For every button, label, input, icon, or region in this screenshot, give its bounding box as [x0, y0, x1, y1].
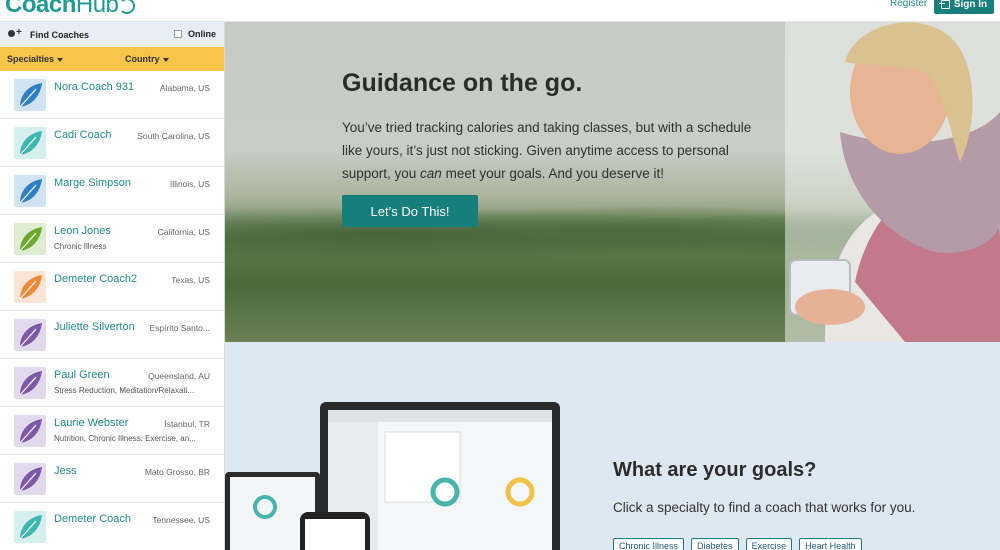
online-filter[interactable]: Online [173, 29, 216, 39]
devices-illustration [225, 402, 560, 550]
sign-in-icon [938, 0, 950, 9]
coach-name[interactable]: Juliette Silverton [54, 321, 135, 333]
coach-name[interactable]: Leon Jones [54, 225, 111, 237]
coach-list-item[interactable]: Juliette Silverton Espírito Santo... [0, 311, 224, 359]
online-checkbox[interactable] [173, 30, 182, 38]
coach-avatar-leaf-icon [14, 79, 46, 111]
coach-name[interactable]: Laurie Webster [54, 417, 128, 429]
caret-down-icon [57, 57, 64, 62]
coach-list-item[interactable]: Leon Jones California, US Chronic Illness [0, 215, 224, 263]
logo-text-hub: Hub [75, 0, 119, 18]
specialty-tags: Chronic Illness Diabetes Exercise Heart Hea… [613, 538, 862, 550]
coach-location: Illinois, US [169, 179, 210, 189]
coach-list-item[interactable]: Cadi Coach South Carolina, US [0, 119, 224, 167]
coach-list-item[interactable]: Demeter Coach Tennessee, US [0, 503, 224, 550]
specialties-dropdown[interactable]: Specialties [7, 54, 64, 64]
coach-name[interactable]: Cadi Coach [54, 129, 111, 141]
logo-text-coach: Coach [5, 0, 76, 18]
coach-name[interactable]: Paul Green [54, 369, 110, 381]
specialties-label: Specialties [7, 54, 55, 64]
coach-list-item[interactable]: Marge Simpson Illinois, US [0, 167, 224, 215]
goals-title: What are your goals? [613, 459, 817, 481]
coach-list-item[interactable]: Jess Mato Grosso, BR [0, 455, 224, 503]
coach-location: Alabama, US [159, 83, 210, 93]
coach-avatar-leaf-icon [14, 463, 46, 495]
coach-name[interactable]: Jess [54, 465, 77, 477]
goals-section: What are your goals? Click a specialty t… [225, 342, 1000, 550]
coach-location: Mato Grosso, BR [144, 467, 210, 477]
top-bar: CoachHub Register Sign In [0, 0, 1000, 22]
coach-list-item[interactable]: Paul Green Queensland, AU Stress Reduction… [0, 359, 224, 407]
coach-specialties: Chronic Illness [54, 242, 107, 251]
coach-location: Queensland, AU [148, 371, 210, 381]
filter-bar: Specialties Country [0, 47, 224, 71]
coachhub-logo[interactable]: CoachHub [5, 0, 136, 19]
coach-sidebar: Find Coaches Online Specialties Country … [0, 22, 225, 550]
hero-woman-with-phone-image [785, 22, 1000, 342]
coach-name[interactable]: Nora Coach 931 [54, 81, 134, 93]
coach-avatar-leaf-icon [14, 415, 46, 447]
specialty-tag[interactable]: Exercise [745, 538, 793, 550]
country-dropdown[interactable]: Country [125, 54, 169, 64]
coach-name[interactable]: Demeter Coach [54, 513, 131, 525]
coach-location: Texas, US [171, 275, 210, 285]
hero-banner: Guidance on the go. You’ve tried trackin… [225, 22, 1000, 342]
coach-list: Nora Coach 931 Alabama, US Cadi Coach South… [0, 71, 224, 550]
goals-subtitle: Click a specialty to find a coach that w… [613, 500, 916, 515]
coach-avatar-leaf-icon [14, 319, 46, 351]
specialty-tag[interactable]: Diabetes [691, 538, 739, 550]
coach-location: İstanbul, TR [164, 419, 210, 429]
coach-list-item[interactable]: Nora Coach 931 Alabama, US [0, 71, 224, 119]
coach-location: Espírito Santo... [149, 323, 210, 333]
coach-location: California, US [157, 227, 210, 237]
add-user-icon [8, 27, 22, 40]
hero-text-part2: meet your goals. And you deserve it! [441, 166, 664, 181]
specialty-tag[interactable]: Chronic Illness [613, 538, 685, 550]
coach-list-item[interactable]: Demeter Coach2 Texas, US [0, 263, 224, 311]
coach-avatar-leaf-icon [14, 271, 46, 303]
coach-avatar-leaf-icon [14, 127, 46, 159]
coach-location: Tennessee, US [152, 515, 210, 525]
sign-in-label: Sign In [953, 0, 988, 10]
online-label: Online [187, 29, 216, 39]
find-coaches-label: Find Coaches [30, 29, 90, 40]
sign-in-button[interactable]: Sign In [934, 0, 994, 14]
coach-specialties: Stress Reduction, Meditation/Relaxati... [54, 386, 195, 395]
coach-avatar-leaf-icon [14, 223, 46, 255]
coach-avatar-leaf-icon [14, 367, 46, 399]
specialty-tag[interactable]: Heart Health [799, 538, 862, 550]
coach-specialties: Nutrition, Chronic Illness, Exercise, an… [54, 434, 196, 443]
lets-do-this-button[interactable]: Let’s Do This! [342, 195, 478, 227]
register-link[interactable]: Register [890, 0, 927, 9]
hero-title: Guidance on the go. [342, 69, 583, 97]
coach-name[interactable]: Marge Simpson [54, 177, 131, 189]
coach-name[interactable]: Demeter Coach2 [54, 273, 137, 285]
country-label: Country [125, 54, 160, 64]
hero-text-emphasis: can [420, 166, 442, 181]
find-coaches-header: Find Coaches Online [0, 22, 224, 47]
hero-description: You’ve tried tracking calories and takin… [342, 116, 762, 185]
coach-avatar-leaf-icon [14, 511, 46, 543]
coach-list-item[interactable]: Laurie Webster İstanbul, TR Nutrition, Chr… [0, 407, 224, 455]
coach-avatar-leaf-icon [14, 175, 46, 207]
coach-location: South Carolina, US [137, 131, 210, 141]
logo-swirl-icon [119, 0, 136, 14]
caret-down-icon [162, 57, 169, 62]
